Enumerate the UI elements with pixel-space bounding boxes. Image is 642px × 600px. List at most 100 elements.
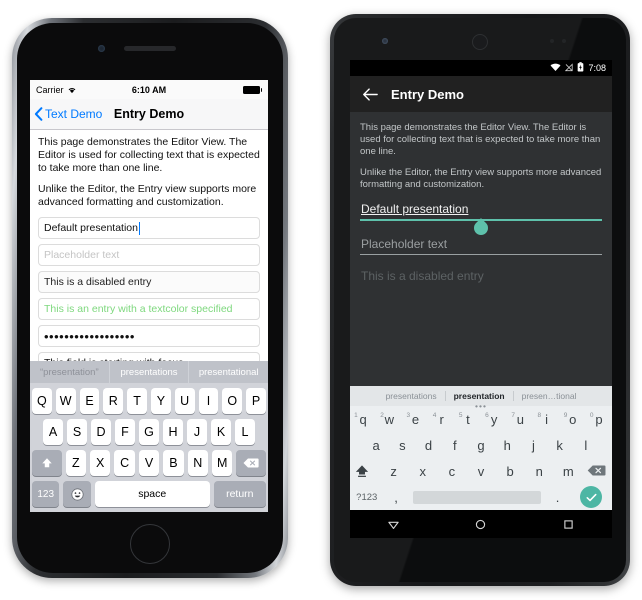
nav-back-triangle-icon[interactable] [387, 518, 400, 531]
key-j[interactable]: J [187, 419, 207, 445]
wifi-icon [550, 63, 561, 74]
return-key[interactable]: return [213, 481, 266, 507]
suggestion-2[interactable]: presentational [188, 361, 268, 383]
key-i[interactable]: 8i [533, 412, 559, 427]
key-g[interactable]: G [139, 419, 159, 445]
emoji-smiley-icon[interactable] [63, 481, 91, 507]
key-t[interactable]: 5t [455, 412, 481, 427]
key-x[interactable]: X [89, 450, 111, 476]
key-x[interactable]: x [408, 464, 437, 479]
key-v[interactable]: v [466, 464, 495, 479]
key-y[interactable]: Y [151, 388, 171, 414]
key-j[interactable]: j [520, 438, 546, 453]
key-w[interactable]: W [55, 388, 76, 414]
overflow-dots-icon[interactable]: ••• [467, 402, 495, 411]
password-entry[interactable]: •••••••••••••••••• [38, 325, 260, 347]
key-d[interactable]: d [415, 438, 441, 453]
key-l[interactable]: l [573, 438, 599, 453]
textcolor-entry[interactable]: This is an entry with a textcolor specif… [38, 298, 260, 320]
key-z[interactable]: Z [65, 450, 86, 476]
key-c[interactable]: c [437, 464, 466, 479]
backspace-icon[interactable] [583, 464, 612, 478]
key-z[interactable]: z [379, 464, 408, 479]
ios-suggestion-bar: “presentation” presentations presentatio… [30, 361, 268, 383]
key-h[interactable]: h [494, 438, 520, 453]
key-p[interactable]: 0p [586, 412, 612, 427]
intro-paragraph-1: This page demonstrates the Editor View. … [360, 122, 601, 157]
arrow-left-icon[interactable] [362, 87, 378, 102]
intro-paragraph-2: Unlike the Editor, the Entry view suppor… [360, 167, 602, 190]
suggestion-1[interactable]: presentations [108, 361, 189, 383]
key-h[interactable]: H [163, 419, 183, 445]
backspace-icon[interactable] [236, 450, 266, 476]
key-e[interactable]: E [79, 388, 100, 414]
key-c[interactable]: C [114, 450, 135, 476]
key-f[interactable]: f [442, 438, 468, 453]
key-r[interactable]: 4r [429, 412, 455, 427]
key-s[interactable]: S [67, 419, 87, 445]
key-q[interactable]: 1q [350, 412, 376, 427]
key-n[interactable]: N [187, 450, 209, 476]
key-m[interactable]: m [554, 464, 583, 479]
front-camera-icon [98, 45, 105, 52]
space-key[interactable] [412, 490, 542, 504]
key-b[interactable]: b [496, 464, 525, 479]
home-button[interactable] [130, 524, 170, 564]
earpiece-speaker [472, 34, 488, 50]
entry-value: Default presentation [44, 222, 138, 234]
numbers-key[interactable]: 123 [32, 481, 60, 507]
key-t[interactable]: T [127, 388, 147, 414]
battery-full-icon [242, 85, 262, 94]
key-e[interactable]: 3e [402, 412, 428, 427]
suggestion-0[interactable]: “presentation” [30, 361, 109, 383]
key-i[interactable]: I [198, 388, 219, 414]
key-g[interactable]: g [468, 438, 494, 453]
keyboard-row-4: 123 space return [32, 481, 266, 507]
key-r[interactable]: R [103, 388, 124, 414]
key-u[interactable]: 7u [507, 412, 533, 427]
suggestion-2[interactable]: presen…tional [514, 391, 585, 401]
key-b[interactable]: B [163, 450, 184, 476]
key-a[interactable]: A [43, 419, 63, 445]
default-presentation-entry[interactable]: Default presentation [38, 217, 260, 239]
shift-caps-icon[interactable] [350, 464, 379, 478]
key-q[interactable]: Q [32, 388, 52, 414]
key-n[interactable]: n [525, 464, 554, 479]
space-key[interactable]: space [94, 481, 210, 507]
key-d[interactable]: D [91, 419, 111, 445]
ios-keyboard: “presentation” presentations presentatio… [30, 361, 268, 512]
key-o[interactable]: 9o [560, 412, 586, 427]
key-a[interactable]: a [363, 438, 389, 453]
key-m[interactable]: M [212, 450, 233, 476]
nav-recents-square-icon[interactable] [562, 518, 575, 531]
page-title: Entry Demo [113, 107, 185, 121]
placeholder-entry[interactable]: Placeholder text [38, 244, 260, 266]
suggestion-1-selected[interactable]: presentation [444, 391, 514, 401]
symbols-key[interactable]: ?123 [350, 492, 384, 503]
key-v[interactable]: V [138, 450, 160, 476]
disabled-entry: This is a disabled entry [38, 271, 260, 293]
comma-key[interactable]: , [384, 490, 409, 505]
key-y[interactable]: 6y [481, 412, 507, 427]
key-k[interactable]: K [211, 419, 231, 445]
key-l[interactable]: L [235, 419, 255, 445]
key-p[interactable]: P [246, 388, 266, 414]
shift-arrow-icon[interactable] [32, 450, 62, 476]
suggestion-0[interactable]: presentations [378, 391, 445, 401]
entry-value: This is a disabled entry [44, 276, 152, 288]
period-key[interactable]: . [545, 490, 570, 505]
key-k[interactable]: k [547, 438, 573, 453]
key-w[interactable]: 2w [376, 412, 402, 427]
entry-value: This is a disabled entry [361, 269, 484, 283]
default-presentation-entry[interactable]: Default presentation [360, 200, 602, 238]
key-u[interactable]: U [174, 388, 195, 414]
key-o[interactable]: O [222, 388, 243, 414]
nav-home-circle-icon[interactable] [474, 518, 487, 531]
entry-placeholder: Placeholder text [361, 237, 448, 251]
keyboard-row-4: ?123 , . [350, 484, 612, 510]
android-device: 7:08 Entry Demo This page demonstrates t… [330, 14, 630, 586]
key-s[interactable]: s [389, 438, 415, 453]
placeholder-entry[interactable]: Placeholder text [360, 235, 602, 255]
key-f[interactable]: F [115, 419, 135, 445]
enter-key[interactable] [570, 486, 612, 508]
